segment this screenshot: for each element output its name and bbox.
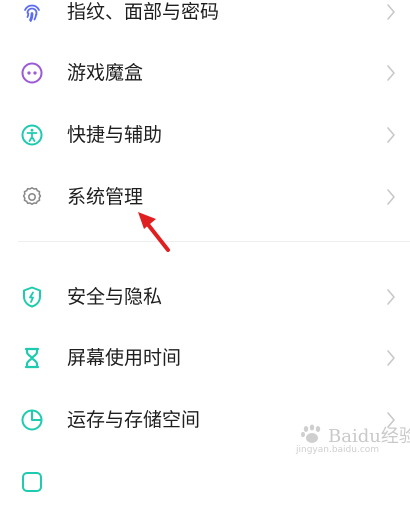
settings-item-label: 屏幕使用时间 [67,347,182,369]
settings-item-fingerprint[interactable]: 指纹、面部与密码 [0,0,410,43]
settings-item-system-management[interactable]: 系统管理 [0,166,410,228]
chevron-right-icon [386,64,396,82]
settings-item-label: 安全与隐私 [67,286,163,308]
chevron-right-icon [386,3,396,21]
settings-item-label: 指纹、面部与密码 [67,1,220,23]
chevron-right-icon [386,188,396,206]
hourglass-icon [20,346,44,370]
watermark: Baidu经验 jingyan.baidu.com [292,421,410,455]
watermark-subtext: jingyan.baidu.com [296,445,380,455]
pie-chart-icon [20,408,44,432]
red-arrow-icon [120,205,180,265]
shield-icon [20,285,44,309]
accessibility-icon [20,123,44,147]
chevron-right-icon [386,288,396,306]
settings-item-label: 游戏魔盒 [67,62,144,84]
paw-logo-icon [300,424,324,444]
gear-icon [20,185,44,209]
section-divider [18,241,410,242]
settings-item-label: 快捷与辅助 [67,124,163,146]
settings-item-accessibility[interactable]: 快捷与辅助 [0,104,410,166]
settings-item-partial[interactable] [0,451,410,513]
settings-item-security-privacy[interactable]: 安全与隐私 [0,266,410,328]
partial-icon [20,470,44,494]
settings-item-screen-time[interactable]: 屏幕使用时间 [0,327,410,389]
fingerprint-icon [20,0,44,24]
chevron-right-icon [386,126,396,144]
chevron-right-icon [386,349,396,367]
game-box-icon [20,61,44,85]
settings-item-game-box[interactable]: 游戏魔盒 [0,42,410,104]
settings-item-label: 运存与存储空间 [67,409,201,431]
